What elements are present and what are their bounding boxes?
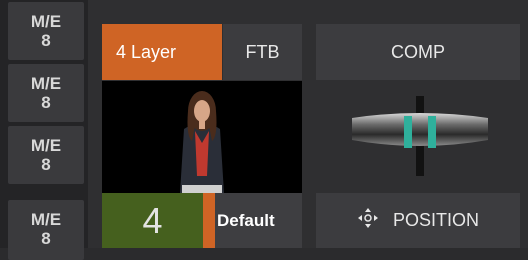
preset-accent [203,193,215,248]
me-button-1[interactable]: M/E 8 [8,2,84,60]
comp-label: COMP [391,41,445,62]
ftb-button[interactable]: FTB [223,24,302,80]
input-number-tile[interactable]: 4 [102,193,203,248]
t-bar-handle[interactable] [352,113,488,146]
comp-button[interactable]: COMP [316,24,520,80]
me-button-3[interactable]: M/E 8 [8,126,84,184]
move-arrows-icon [357,207,379,234]
t-bar-indicator-left [404,116,412,148]
input-number: 4 [142,199,163,241]
me-button-2[interactable]: M/E 8 [8,64,84,122]
ftb-label: FTB [245,41,280,62]
me-button-number: 8 [41,93,51,112]
position-button[interactable]: POSITION [316,193,520,248]
me-button-number: 8 [41,155,51,174]
me-button-label: M/E [30,74,62,93]
t-bar-indicator-right [428,116,436,148]
presenter-thumbnail [102,81,302,193]
me-sidebar: M/E 8 M/E 8 M/E 8 M/E 8 [0,0,88,260]
me-button-number: 8 [41,31,51,50]
me-button-label: M/E [30,12,62,31]
me-button-4[interactable]: M/E 8 [8,200,84,260]
me-button-label: M/E [30,136,62,155]
me-button-label: M/E [30,210,62,229]
layer-mode-label: 4 Layer [116,41,177,62]
position-label: POSITION [392,210,479,230]
preview-monitor[interactable] [102,81,302,193]
me-button-number: 8 [41,229,51,248]
layer-mode-button[interactable]: 4 Layer [102,24,222,80]
preset-button[interactable]: Default [203,193,302,248]
t-bar[interactable] [316,90,520,182]
preset-label: Default [217,210,275,230]
t-bar-graphic [352,96,488,176]
